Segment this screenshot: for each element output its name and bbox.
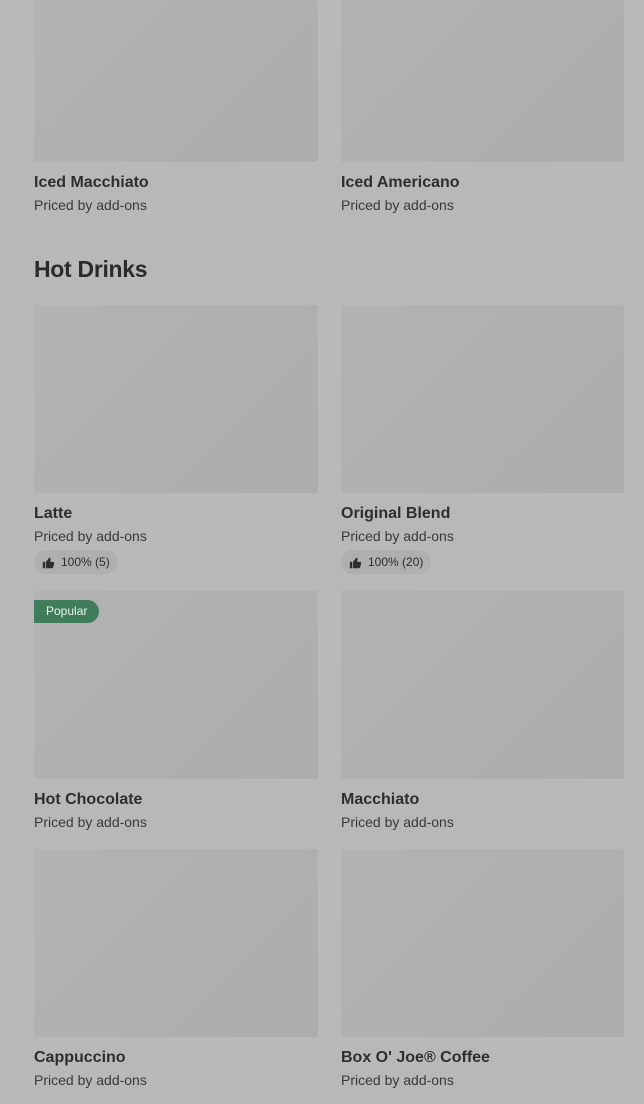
item-price: Priced by add-ons xyxy=(34,814,147,830)
rating-text: 100% (20) xyxy=(368,555,424,569)
item-price: Priced by add-ons xyxy=(34,528,147,544)
menu-item-box-o-joe-coffee[interactable]: Box O' Joe® Coffee Priced by add-ons xyxy=(341,849,624,1089)
section-title-hot-drinks: Hot Drinks xyxy=(34,256,148,282)
item-price: Priced by add-ons xyxy=(34,1072,147,1088)
item-name: Iced Macchiato xyxy=(34,174,149,191)
item-image xyxy=(341,305,624,493)
item-name: Iced Americano xyxy=(341,174,460,191)
thumbs-up-icon xyxy=(42,557,55,568)
item-price: Priced by add-ons xyxy=(34,197,147,213)
item-image: Popular xyxy=(34,591,318,779)
menu-item-iced-macchiato[interactable]: Iced Macchiato Priced by add-ons xyxy=(34,0,318,214)
item-image xyxy=(34,305,318,493)
item-name: Macchiato xyxy=(341,791,420,808)
menu-item-latte[interactable]: Latte Priced by add-ons 100% (5) xyxy=(34,305,318,574)
item-name: Cappuccino xyxy=(34,1049,126,1066)
item-price: Priced by add-ons xyxy=(341,814,454,830)
popular-badge: Popular xyxy=(34,600,100,623)
item-name: Original Blend xyxy=(341,505,451,522)
item-name: Hot Chocolate xyxy=(34,791,143,808)
rating-pill: 100% (5) xyxy=(34,550,118,574)
item-image xyxy=(341,591,624,779)
item-price: Priced by add-ons xyxy=(341,197,454,213)
item-image xyxy=(34,849,318,1037)
menu-item-macchiato[interactable]: Macchiato Priced by add-ons xyxy=(341,591,624,831)
rating-pill: 100% (20) xyxy=(341,550,432,574)
item-image xyxy=(341,849,624,1037)
item-price: Priced by add-ons xyxy=(341,1072,454,1088)
menu-item-hot-chocolate[interactable]: Popular Hot Chocolate Priced by add-ons xyxy=(34,591,318,831)
item-name: Box O' Joe® Coffee xyxy=(341,1049,490,1066)
item-image xyxy=(34,0,318,162)
menu-page: Iced Macchiato Priced by add-ons Iced Am… xyxy=(0,0,644,1104)
menu-item-iced-americano[interactable]: Iced Americano Priced by add-ons xyxy=(341,0,624,214)
item-image xyxy=(341,0,624,162)
menu-item-original-blend[interactable]: Original Blend Priced by add-ons 100% (2… xyxy=(341,305,624,574)
thumbs-up-icon xyxy=(349,557,362,568)
item-price: Priced by add-ons xyxy=(341,528,454,544)
rating-text: 100% (5) xyxy=(61,555,110,569)
menu-item-cappuccino[interactable]: Cappuccino Priced by add-ons xyxy=(34,849,318,1089)
item-name: Latte xyxy=(34,505,73,522)
